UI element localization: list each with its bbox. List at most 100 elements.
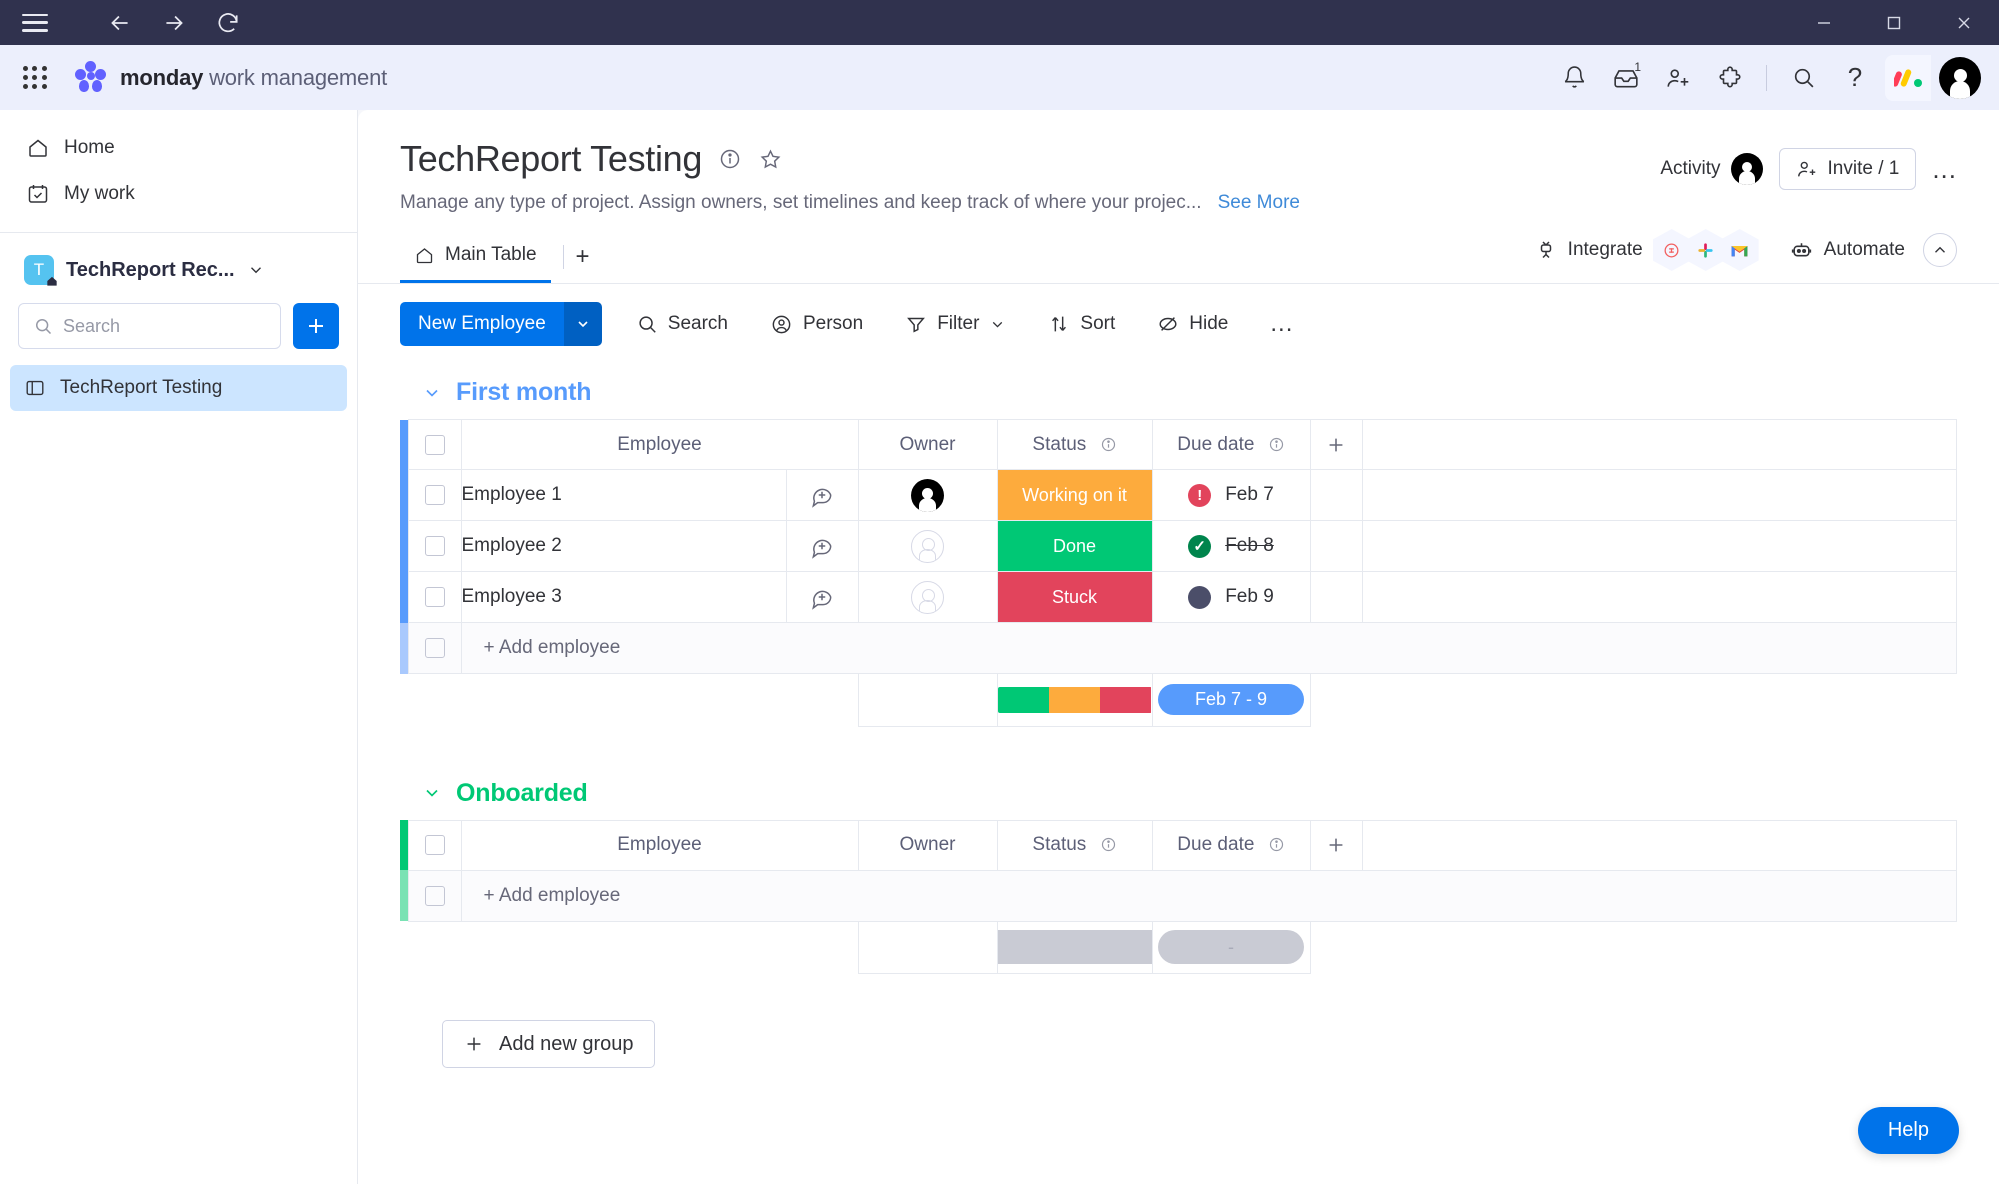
summary-status-cell[interactable] xyxy=(996,674,1153,727)
sidebar-board-techreport-testing[interactable]: TechReport Testing xyxy=(10,365,347,411)
apps-puzzle-icon[interactable] xyxy=(1708,56,1752,100)
cell-due-date[interactable]: ✓ Feb 8 xyxy=(1151,520,1311,572)
cell-owner[interactable] xyxy=(857,520,998,572)
group-title[interactable]: First month xyxy=(456,378,591,407)
cell-due-date[interactable]: Feb 9 xyxy=(1151,571,1311,623)
info-icon[interactable] xyxy=(1100,436,1117,453)
activity-button[interactable]: Activity xyxy=(1660,153,1763,185)
board-more-options-button[interactable]: ... xyxy=(1932,154,1957,185)
help-question-icon[interactable]: ? xyxy=(1833,56,1877,100)
add-column-button[interactable] xyxy=(1309,419,1363,470)
add-employee-label[interactable]: + Add employee xyxy=(460,869,1957,922)
sidebar-item-my-work[interactable]: My work xyxy=(12,172,345,216)
mailchimp-icon[interactable] xyxy=(1652,229,1691,271)
help-button[interactable]: Help xyxy=(1857,1107,1959,1154)
status-chip[interactable]: Done xyxy=(997,521,1152,571)
cell-status[interactable]: Stuck xyxy=(996,571,1153,623)
toolbar-hide-button[interactable]: Hide xyxy=(1149,307,1236,341)
group-title[interactable]: Onboarded xyxy=(456,779,588,808)
group-collapse-chevron-icon[interactable] xyxy=(422,783,442,803)
add-new-group-button[interactable]: Add new group xyxy=(442,1020,655,1068)
row-checkbox[interactable] xyxy=(424,485,445,505)
collapse-header-button[interactable] xyxy=(1923,233,1957,267)
maximize-button[interactable] xyxy=(1859,0,1929,45)
chevron-down-icon[interactable] xyxy=(247,261,265,279)
monday-mark-icon[interactable] xyxy=(1885,54,1931,101)
add-comment-icon[interactable] xyxy=(787,533,858,559)
select-all-cell[interactable] xyxy=(407,819,462,871)
row-checkbox[interactable] xyxy=(424,587,445,607)
add-comment-icon[interactable] xyxy=(787,482,858,508)
summary-status-cell[interactable] xyxy=(996,921,1153,974)
cell-employee-name[interactable]: Employee 2 xyxy=(460,520,787,572)
toolbar-person-button[interactable]: Person xyxy=(762,307,871,342)
row-select-cell[interactable] xyxy=(407,622,462,674)
invite-button[interactable]: Invite / 1 xyxy=(1778,148,1917,190)
invite-members-icon[interactable] xyxy=(1656,56,1700,100)
info-icon[interactable] xyxy=(1100,836,1117,853)
table-row[interactable]: Employee 2 Done ✓ Feb 8 xyxy=(400,520,1957,572)
apps-grid-icon[interactable] xyxy=(18,61,52,95)
favorite-star-icon[interactable] xyxy=(758,147,783,172)
status-chip[interactable]: Stuck xyxy=(997,572,1152,622)
hamburger-menu-icon[interactable] xyxy=(18,11,52,35)
column-header-status[interactable]: Status xyxy=(996,419,1153,470)
row-select-cell[interactable] xyxy=(407,869,462,922)
row-select-cell[interactable] xyxy=(407,469,462,521)
minimize-button[interactable] xyxy=(1789,0,1859,45)
row-checkbox[interactable] xyxy=(424,885,445,906)
table-row[interactable]: Employee 3 Stuck Feb 9 xyxy=(400,571,1957,623)
add-employee-row[interactable]: + Add employee xyxy=(400,869,1957,922)
reload-icon[interactable] xyxy=(215,10,241,36)
tab-main-table[interactable]: Main Table xyxy=(400,244,551,283)
workspace-selector[interactable]: T TechReport Rec... xyxy=(10,243,347,297)
add-column-button[interactable] xyxy=(1309,819,1363,871)
sidebar-item-home[interactable]: Home xyxy=(12,126,345,170)
select-all-checkbox[interactable] xyxy=(424,835,445,855)
column-header-employee[interactable]: Employee xyxy=(460,419,859,470)
integrate-button[interactable]: Integrate xyxy=(1534,229,1759,271)
cell-chat[interactable] xyxy=(785,520,859,572)
add-view-button[interactable]: + xyxy=(576,243,590,283)
owner-avatar-empty[interactable] xyxy=(911,529,944,563)
user-avatar[interactable] xyxy=(1939,56,1981,99)
toolbar-search-button[interactable]: Search xyxy=(628,307,736,341)
cell-employee-name[interactable]: Employee 3 xyxy=(460,571,787,623)
see-more-link[interactable]: See More xyxy=(1218,192,1300,214)
info-icon[interactable] xyxy=(1268,836,1285,853)
row-checkbox[interactable] xyxy=(424,638,445,658)
search-icon[interactable] xyxy=(1781,56,1825,100)
info-icon[interactable] xyxy=(718,147,742,171)
sidebar-search-input[interactable]: Search xyxy=(18,303,281,349)
row-select-cell[interactable] xyxy=(407,520,462,572)
add-employee-label[interactable]: + Add employee xyxy=(460,622,1957,674)
table-row[interactable]: Employee 1 Working on it ! Feb 7 xyxy=(400,469,1957,521)
cell-due-date[interactable]: ! Feb 7 xyxy=(1151,469,1311,521)
gmail-icon[interactable] xyxy=(1720,229,1759,271)
cell-status[interactable]: Done xyxy=(996,520,1153,572)
info-icon[interactable] xyxy=(1268,436,1285,453)
toolbar-more-button[interactable]: ... xyxy=(1262,304,1301,344)
column-header-employee[interactable]: Employee xyxy=(460,819,859,871)
column-header-owner[interactable]: Owner xyxy=(857,419,998,470)
cell-owner[interactable] xyxy=(857,571,998,623)
add-board-button[interactable] xyxy=(293,303,339,349)
slack-icon[interactable] xyxy=(1686,229,1725,271)
status-chip[interactable]: Working on it xyxy=(997,470,1152,520)
new-employee-button[interactable]: New Employee xyxy=(400,302,602,346)
cell-status[interactable]: Working on it xyxy=(996,469,1153,521)
column-header-owner[interactable]: Owner xyxy=(857,819,998,871)
summary-date-cell[interactable]: Feb 7 - 9 xyxy=(1151,674,1311,727)
back-arrow-icon[interactable] xyxy=(107,10,133,36)
notifications-bell-icon[interactable] xyxy=(1552,56,1596,100)
close-button[interactable] xyxy=(1929,0,1999,45)
monday-brand[interactable]: monday work management xyxy=(74,60,387,95)
toolbar-filter-button[interactable]: Filter xyxy=(897,307,1014,341)
forward-arrow-icon[interactable] xyxy=(161,10,187,36)
summary-date-cell[interactable]: - xyxy=(1151,921,1311,974)
toolbar-sort-button[interactable]: Sort xyxy=(1040,307,1123,341)
owner-avatar[interactable] xyxy=(911,478,944,512)
cell-owner[interactable] xyxy=(857,469,998,521)
column-header-status[interactable]: Status xyxy=(996,819,1153,871)
new-employee-dropdown-icon[interactable] xyxy=(563,302,602,346)
